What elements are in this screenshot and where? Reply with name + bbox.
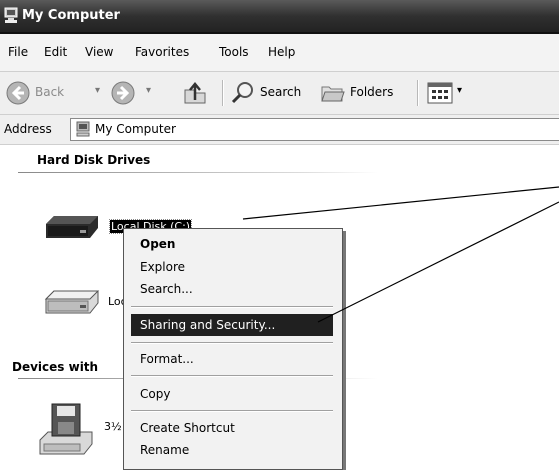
menu-separator (131, 306, 333, 308)
section-divider (18, 172, 378, 173)
address-field[interactable]: My Computer (70, 118, 559, 141)
menu-view[interactable]: View (85, 45, 113, 59)
back-label: Back (35, 85, 65, 99)
menu-item-copy[interactable]: Copy (131, 384, 333, 404)
drive-label: 3½ (104, 420, 122, 433)
menu-item-rename[interactable]: Rename (131, 440, 333, 460)
hard-disk-icon (44, 290, 100, 314)
menu-item-open[interactable]: Open (131, 234, 333, 254)
views-button[interactable]: ▾ (423, 78, 473, 108)
menu-separator (131, 375, 333, 377)
up-button[interactable] (180, 78, 212, 108)
back-arrow-icon (6, 81, 30, 105)
back-dropdown-icon: ▾ (95, 85, 101, 96)
menu-file[interactable]: File (8, 45, 28, 59)
window-title: My Computer (22, 8, 120, 23)
search-label: Search (260, 85, 302, 99)
menu-item-format[interactable]: Format... (131, 349, 333, 369)
computer-icon (76, 121, 90, 137)
search-button[interactable]: Search (228, 78, 310, 108)
computer-icon (4, 7, 18, 23)
menu-bar: File Edit View Favorites Tools Help (0, 34, 559, 72)
folders-button[interactable]: Folders (318, 78, 408, 108)
up-folder-icon (184, 82, 206, 104)
menu-help[interactable]: Help (268, 45, 295, 59)
menu-separator (131, 342, 333, 344)
views-icon (427, 82, 453, 104)
drive-floppy[interactable]: 3½ (36, 400, 126, 460)
toolbar-separator (222, 80, 224, 106)
folders-icon (321, 86, 345, 102)
address-label: Address (4, 122, 52, 136)
views-dropdown-icon: ▾ (457, 85, 463, 96)
forward-arrow-icon (111, 81, 135, 105)
drive-local-disk-2[interactable]: Loc (40, 285, 127, 319)
address-bar: Address My Computer (0, 115, 559, 145)
menu-item-sharing-security[interactable]: Sharing and Security... (131, 314, 333, 336)
title-bar: My Computer (0, 0, 559, 34)
forward-dropdown-icon: ▾ (146, 85, 152, 96)
menu-item-explore[interactable]: Explore (131, 257, 333, 277)
back-button[interactable]: Back ▾ (3, 78, 111, 108)
hard-disk-icon (46, 216, 98, 238)
floppy-drive-icon (39, 403, 93, 455)
address-value: My Computer (95, 122, 176, 136)
folders-label: Folders (350, 85, 394, 99)
context-menu: Open Explore Search... Sharing and Secur… (123, 228, 343, 470)
toolbar: Back ▾ ▾ Search Folders ▾ (0, 72, 559, 115)
menu-separator (131, 410, 333, 412)
menu-item-create-shortcut[interactable]: Create Shortcut (131, 418, 333, 438)
forward-button[interactable]: ▾ (110, 78, 162, 108)
section-hard-disk-drives: Hard Disk Drives (37, 153, 151, 167)
toolbar-separator (417, 80, 419, 106)
menu-edit[interactable]: Edit (44, 45, 67, 59)
section-devices-with: Devices with (12, 360, 99, 374)
search-icon (231, 82, 253, 104)
menu-tools[interactable]: Tools (219, 45, 249, 59)
menu-item-search[interactable]: Search... (131, 279, 333, 299)
menu-favorites[interactable]: Favorites (135, 45, 189, 59)
